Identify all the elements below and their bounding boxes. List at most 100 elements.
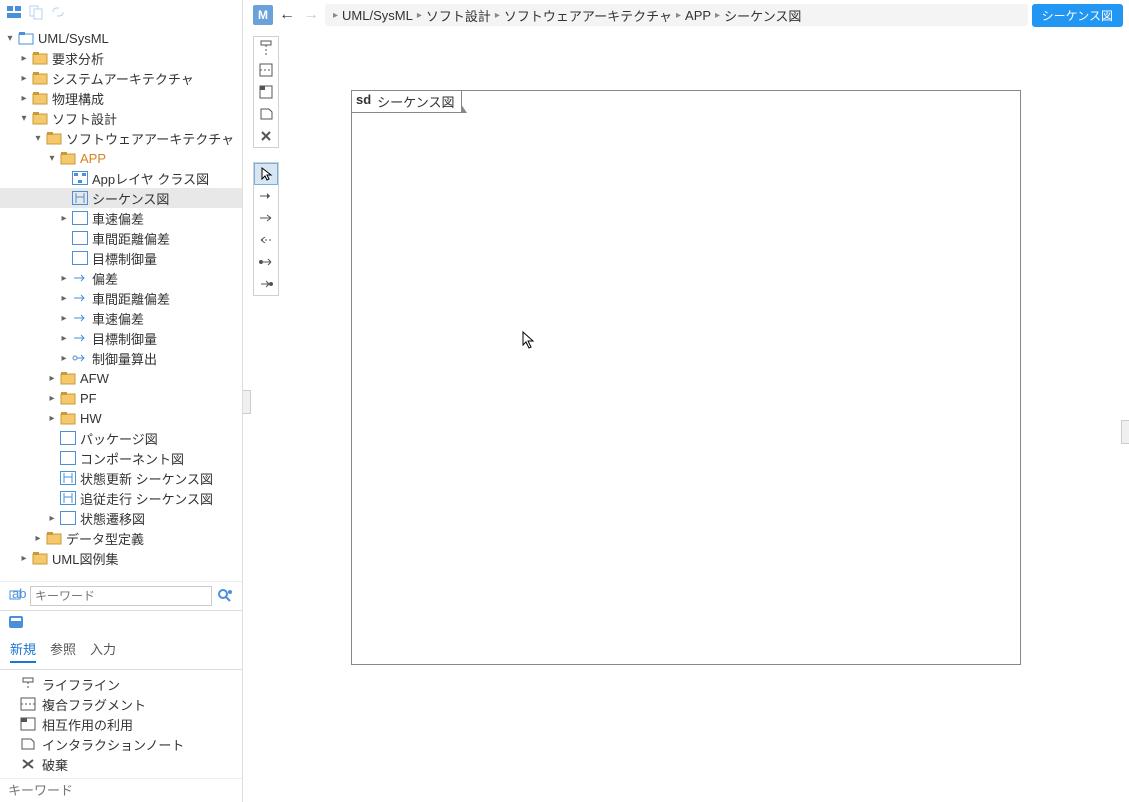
tool-reply-message[interactable] <box>254 229 278 251</box>
tab-ref[interactable]: 参照 <box>50 639 76 663</box>
search-input[interactable] <box>30 586 212 606</box>
tree-item[interactable]: 追従走行 シーケンス図 <box>0 488 242 508</box>
tab-input[interactable]: 入力 <box>90 639 116 663</box>
tool-destroy[interactable] <box>254 125 278 147</box>
tree-item[interactable]: ▸PF <box>0 388 242 408</box>
tool-found-message[interactable] <box>254 251 278 273</box>
tool-lifeline[interactable] <box>254 37 278 59</box>
diagram-type-badge[interactable]: シーケンス図 <box>1032 4 1123 27</box>
palette-label: 破棄 <box>42 755 68 774</box>
right-splitter[interactable] <box>1119 30 1129 802</box>
crumb[interactable]: シーケンス図 <box>724 6 801 25</box>
tree-label: 目標制御量 <box>92 329 157 348</box>
tab-new[interactable]: 新規 <box>10 639 36 663</box>
tree-label: データ型定義 <box>66 529 144 548</box>
tree-item[interactable]: 車間距離偏差 <box>0 228 242 248</box>
tree-item-app[interactable]: ▾APP <box>0 148 242 168</box>
crumb[interactable]: UML/SysML <box>342 8 413 23</box>
package-diagram-icon <box>60 431 76 445</box>
editor-header: M ← → ▸UML/SysML ▸ソフト設計 ▸ソフトウェアアーキテクチャ ▸… <box>251 0 1129 30</box>
tree-label: 追従走行 シーケンス図 <box>80 489 213 508</box>
palette-item[interactable]: 複合フラグメント <box>0 694 242 714</box>
tree-item[interactable]: ▸システムアーキテクチャ <box>0 68 242 88</box>
palette-label: ライフライン <box>42 675 120 694</box>
tree-label: 状態遷移図 <box>80 509 145 528</box>
tool-async-message[interactable] <box>254 207 278 229</box>
crumb[interactable]: ソフトウェアアーキテクチャ <box>504 6 672 25</box>
note-icon <box>20 737 36 751</box>
palette-item[interactable]: ライフライン <box>0 674 242 694</box>
diagram-canvas[interactable]: sdシーケンス図 <box>281 30 1119 802</box>
nav-forward[interactable]: → <box>301 5 321 25</box>
nav-back[interactable]: ← <box>277 5 297 25</box>
tool-interaction-use[interactable] <box>254 81 278 103</box>
tree-item[interactable]: ▸AFW <box>0 368 242 388</box>
palette-label: 複合フラグメント <box>42 695 146 714</box>
breadcrumb[interactable]: ▸UML/SysML ▸ソフト設計 ▸ソフトウェアアーキテクチャ ▸APP ▸シ… <box>325 4 1028 26</box>
crumb[interactable]: ソフト設計 <box>426 6 491 25</box>
svg-text:abc: abc <box>12 587 26 601</box>
tree-label: AFW <box>80 371 109 386</box>
palette-item[interactable]: 相互作用の利用 <box>0 714 242 734</box>
filter-type-icon[interactable]: abc <box>8 587 26 605</box>
tree-label: HW <box>80 411 102 426</box>
crumb[interactable]: APP <box>685 8 711 23</box>
copy-icon[interactable] <box>28 4 44 20</box>
keyword-input[interactable] <box>0 778 242 802</box>
tree-item[interactable]: ▸要求分析 <box>0 48 242 68</box>
tree-item[interactable]: ▸制御量算出 <box>0 348 242 368</box>
model-tree[interactable]: ▾UML/SysML ▸要求分析 ▸システムアーキテクチャ ▸物理構成 ▾ソフト… <box>0 24 242 581</box>
cursor-icon <box>522 331 536 349</box>
tree-item[interactable]: ▸物理構成 <box>0 88 242 108</box>
link-icon[interactable] <box>50 4 66 20</box>
tree-item[interactable]: ▾ソフトウェアアーキテクチャ <box>0 128 242 148</box>
tree-item[interactable]: ▸目標制御量 <box>0 328 242 348</box>
tree-item[interactable]: ▸データ型定義 <box>0 528 242 548</box>
layout-icon[interactable] <box>6 4 22 20</box>
tree-item[interactable]: ▸偏差 <box>0 268 242 288</box>
tree-item[interactable]: ▸車速偏差 <box>0 308 242 328</box>
destroy-icon <box>20 757 36 771</box>
tree-item[interactable]: パッケージ図 <box>0 428 242 448</box>
collapse-left-icon[interactable] <box>243 390 251 414</box>
sequence-diagram-icon <box>60 471 76 485</box>
tree-label: UML図例集 <box>52 549 118 568</box>
tree-label: 車間距離偏差 <box>92 229 170 248</box>
tree-label: ソフトウェアアーキテクチャ <box>66 129 234 148</box>
state-diagram-icon <box>60 511 76 525</box>
tree-item[interactable]: ▸UML図例集 <box>0 548 242 568</box>
tree-root[interactable]: ▾UML/SysML <box>0 28 242 48</box>
tool-sync-message[interactable] <box>254 185 278 207</box>
tree-item-selected[interactable]: シーケンス図 <box>0 188 242 208</box>
collapse-right-icon[interactable] <box>1121 420 1129 444</box>
tree-item[interactable]: ▸HW <box>0 408 242 428</box>
block-icon <box>72 251 88 265</box>
tree-item[interactable]: ▸車速偏差 <box>0 208 242 228</box>
tool-note[interactable] <box>254 103 278 125</box>
tree-label: Appレイヤ クラス図 <box>92 169 209 188</box>
tree-item[interactable]: 目標制御量 <box>0 248 242 268</box>
tree-item[interactable]: ▾ソフト設計 <box>0 108 242 128</box>
palette-item[interactable]: インタラクションノート <box>0 734 242 754</box>
tree-label: 車速偏差 <box>92 209 144 228</box>
left-splitter[interactable] <box>243 0 251 802</box>
diagram-toolstrip <box>251 30 281 802</box>
tree-item[interactable]: ▸車間距離偏差 <box>0 288 242 308</box>
tree-label: UML/SysML <box>38 31 109 46</box>
sequence-diagram-icon <box>60 491 76 505</box>
panel-icon <box>0 611 242 633</box>
flow-icon <box>72 271 88 285</box>
tree-item[interactable]: ▸状態遷移図 <box>0 508 242 528</box>
tree-item[interactable]: Appレイヤ クラス図 <box>0 168 242 188</box>
palette-item[interactable]: 破棄 <box>0 754 242 774</box>
tree-item[interactable]: コンポーネント図 <box>0 448 242 468</box>
diagram-title: シーケンス図 <box>377 92 454 111</box>
tool-fragment[interactable] <box>254 59 278 81</box>
tree-item[interactable]: 状態更新 シーケンス図 <box>0 468 242 488</box>
tool-lost-message[interactable] <box>254 273 278 295</box>
component-diagram-icon <box>60 451 76 465</box>
tree-label: コンポーネント図 <box>80 449 184 468</box>
search-icon[interactable] <box>216 587 234 605</box>
tool-pointer[interactable] <box>254 163 278 185</box>
palette-label: 相互作用の利用 <box>42 715 133 734</box>
